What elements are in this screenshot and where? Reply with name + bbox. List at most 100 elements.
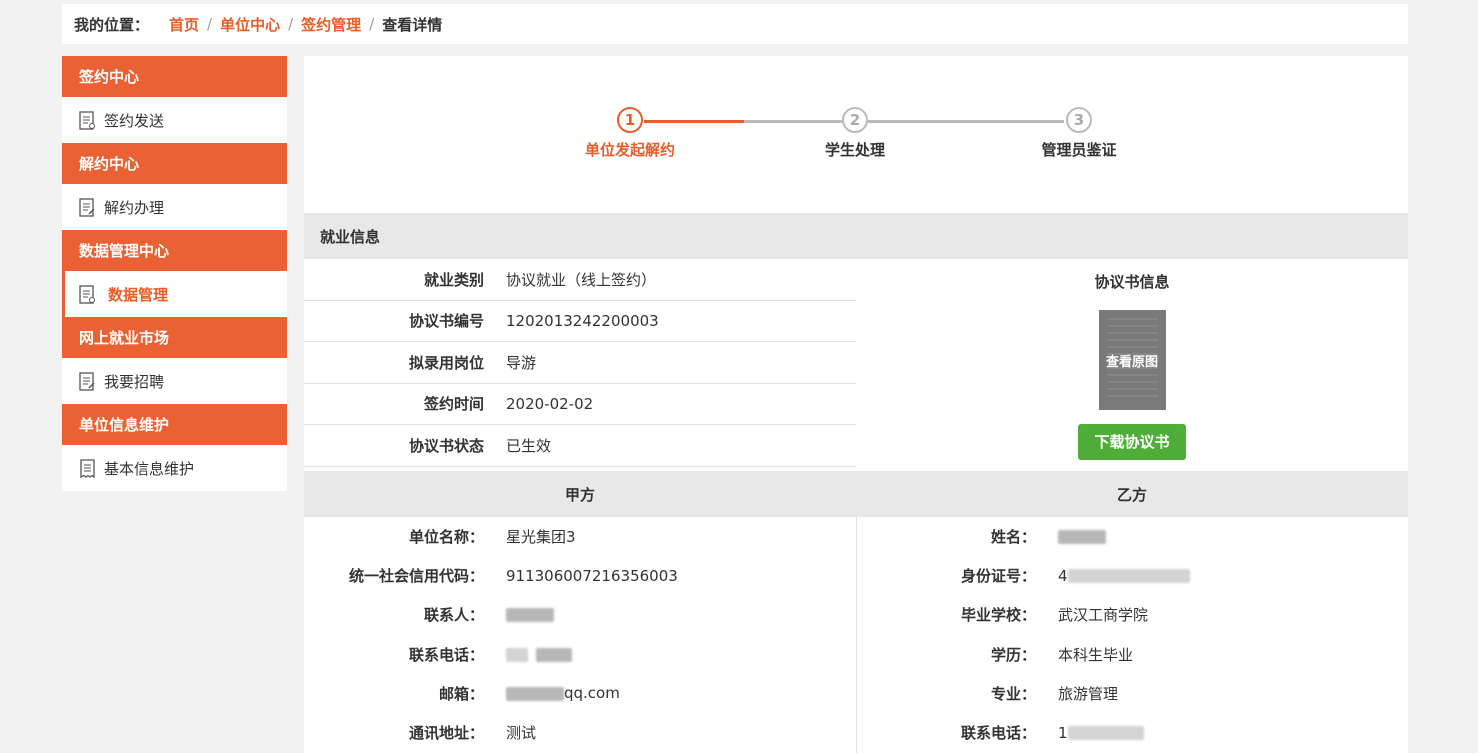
redacted-value [506, 647, 528, 662]
party-key: 学历： [990, 645, 1036, 664]
sidebar-header-signing-center: 签约中心 [62, 56, 287, 97]
step-label: 学生处理 [824, 141, 885, 159]
info-value: 导游 [506, 353, 537, 372]
party-key: 姓名： [990, 528, 1036, 547]
sidebar-item-label: 解约办理 [104, 198, 165, 217]
party-a-row-email: 邮箱： qq.com [304, 674, 856, 713]
info-key: 协议书状态 [408, 436, 484, 455]
info-key: 就业类别 [423, 270, 484, 289]
info-row-signing-date: 签约时间 2020-02-02 [304, 384, 856, 425]
receipt-icon [80, 458, 95, 478]
party-key: 身份证号： [960, 567, 1036, 586]
sidebar-header-online-job-market: 网上就业市场 [62, 317, 287, 358]
breadcrumb: 我的位置： 首页 / 单位中心 / 签约管理 / 查看详情 [62, 4, 1408, 44]
redacted-value [506, 608, 554, 623]
party-value: 911306007216356003 [506, 566, 678, 585]
email-domain: qq.com [564, 684, 620, 703]
sidebar-item-basic-info-maintenance[interactable]: 基本信息维护 [62, 445, 287, 491]
info-key: 签约时间 [423, 395, 484, 414]
party-b-header: 乙方 [856, 471, 1408, 517]
party-value: 1 [1036, 724, 1144, 742]
info-value: 已生效 [506, 436, 552, 455]
main-panel: 1 单位发起解约 2 学生处理 3 管理员鉴证 就业信息 就业类别 协议就业（线… [304, 56, 1408, 753]
party-value: qq.com [484, 684, 620, 702]
party-b-row-name: 姓名： [856, 517, 1408, 556]
contract-thumbnail[interactable]: 查看原图 [1098, 310, 1166, 410]
document-edit-icon [79, 371, 95, 391]
redacted-value [536, 647, 572, 662]
party-value [484, 645, 572, 663]
party-key: 邮箱： [438, 684, 484, 703]
party-key: 专业： [990, 684, 1036, 703]
info-value: 协议就业（线上签约） [506, 270, 657, 289]
step-number: 1 [617, 107, 643, 133]
breadcrumb-separator: / [288, 15, 294, 33]
party-value [484, 606, 554, 624]
sidebar: 签约中心 签约发送 解约中心 解约办理 数据管理中心 数据管理 网上就业市场 我… [62, 56, 287, 491]
party-key: 单位名称： [408, 528, 484, 547]
employment-info-table: 就业类别 协议就业（线上签约） 协议书编号 1202013242200003 拟… [304, 259, 856, 467]
info-row-contract-number: 协议书编号 1202013242200003 [304, 301, 856, 342]
party-a-header: 甲方 [304, 471, 856, 517]
info-row-employment-type: 就业类别 协议就业（线上签约） [304, 259, 856, 301]
info-row-contract-status: 协议书状态 已生效 [304, 425, 856, 467]
party-key: 统一社会信用代码： [348, 567, 484, 586]
contract-info-panel: 协议书信息 查看原图 下载协议书 [856, 259, 1408, 471]
download-contract-button[interactable]: 下载协议书 [1078, 424, 1186, 460]
party-key: 毕业学校： [960, 606, 1036, 625]
party-value: 星光集团3 [506, 528, 576, 547]
party-a-row-contact: 联系人： [304, 595, 856, 634]
sidebar-item-data-management[interactable]: 数据管理 [62, 271, 287, 317]
party-value [1036, 528, 1106, 546]
party-b-info: 姓名： 身份证号： 4 毕业学校： 武汉工商学院 学历： 本科生毕业 专业： 旅… [856, 517, 1408, 752]
party-value: 测试 [506, 724, 537, 743]
party-b-row-phone: 联系电话： 1 [856, 713, 1408, 752]
contract-info-title: 协议书信息 [1094, 273, 1170, 291]
step-initiate-termination: 1 单位发起解约 [560, 106, 700, 160]
redacted-value [1067, 726, 1144, 741]
sidebar-item-label: 我要招聘 [104, 372, 165, 391]
step-number: 2 [842, 107, 868, 133]
party-key: 联系人： [423, 606, 484, 625]
party-value: 4 [1036, 567, 1190, 585]
party-b-row-major: 专业： 旅游管理 [856, 674, 1408, 713]
party-a-row-phone: 联系电话： [304, 635, 856, 674]
sidebar-item-termination-handling[interactable]: 解约办理 [62, 184, 287, 230]
info-value: 1202013242200003 [506, 311, 659, 330]
sidebar-item-label: 数据管理 [108, 285, 169, 304]
sidebar-item-send-signing[interactable]: 签约发送 [62, 97, 287, 143]
party-value: 本科生毕业 [1058, 645, 1134, 664]
party-b-row-school: 毕业学校： 武汉工商学院 [856, 595, 1408, 634]
party-b-row-id-number: 身份证号： 4 [856, 556, 1408, 595]
sidebar-item-label: 签约发送 [104, 111, 165, 130]
info-row-position: 拟录用岗位 导游 [304, 342, 856, 384]
party-a-row-credit-code: 统一社会信用代码： 911306007216356003 [304, 556, 856, 595]
document-icon [79, 284, 95, 304]
sidebar-header-data-management-center: 数据管理中心 [62, 230, 287, 271]
party-key: 通讯地址： [408, 724, 484, 743]
party-key: 联系电话： [408, 645, 484, 664]
party-a-info: 单位名称： 星光集团3 统一社会信用代码： 911306007216356003… [304, 517, 856, 752]
redacted-value [506, 686, 564, 701]
employment-section-header: 就业信息 [304, 213, 1408, 259]
progress-steps: 1 单位发起解约 2 学生处理 3 管理员鉴证 [304, 106, 1408, 166]
step-label: 管理员鉴证 [1041, 141, 1117, 159]
document-edit-icon [79, 197, 95, 217]
redacted-value [1067, 569, 1190, 584]
info-key: 拟录用岗位 [408, 353, 484, 372]
party-value: 武汉工商学院 [1058, 606, 1149, 625]
redacted-value [1058, 530, 1106, 545]
step-number: 3 [1066, 107, 1092, 133]
breadcrumb-unit-center-link[interactable]: 单位中心 [220, 14, 280, 35]
sidebar-header-unit-info-maintenance: 单位信息维护 [62, 404, 287, 445]
view-original-label: 查看原图 [1105, 354, 1158, 370]
breadcrumb-current: 查看详情 [382, 15, 443, 34]
breadcrumb-signing-management-link[interactable]: 签约管理 [301, 14, 361, 35]
phone-prefix: 1 [1058, 723, 1068, 742]
sidebar-header-termination-center: 解约中心 [62, 143, 287, 184]
step-student-processing: 2 学生处理 [785, 106, 925, 160]
info-value: 2020-02-02 [506, 394, 594, 413]
sidebar-item-recruit[interactable]: 我要招聘 [62, 358, 287, 404]
party-b-row-education: 学历： 本科生毕业 [856, 635, 1408, 674]
breadcrumb-home-link[interactable]: 首页 [169, 14, 199, 35]
